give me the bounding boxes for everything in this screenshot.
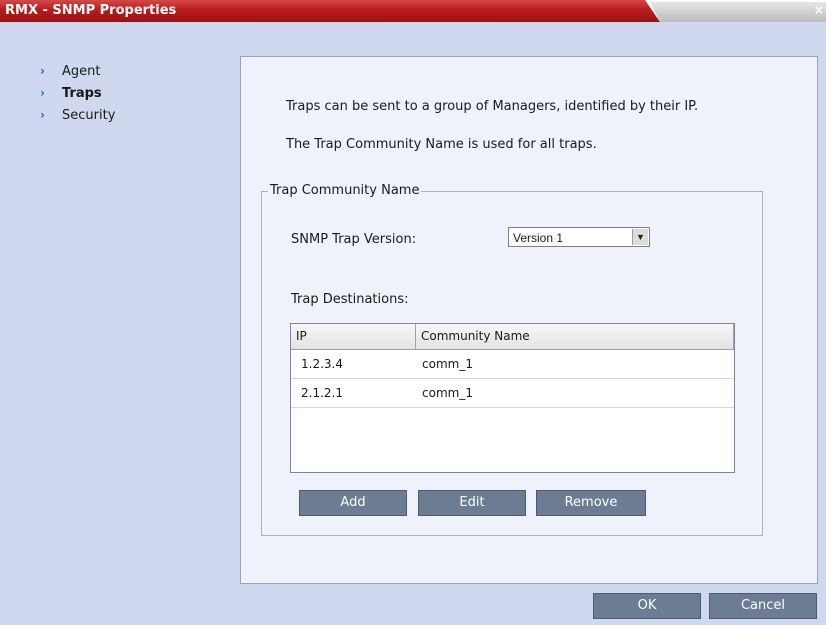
- column-header-community[interactable]: Community Name: [416, 324, 734, 349]
- close-icon[interactable]: ×: [814, 3, 824, 17]
- table-row[interactable]: 2.1.2.1 comm_1: [291, 379, 734, 408]
- dropdown-arrow-icon[interactable]: ▼: [632, 229, 648, 245]
- cell-community: comm_1: [422, 357, 473, 371]
- trap-destinations-table: IP Community Name 1.2.3.4 comm_1 2.1.2.1…: [290, 323, 735, 473]
- title-bar: RMX - SNMP Properties ×: [0, 0, 826, 22]
- group-legend: Trap Community Name: [268, 183, 422, 198]
- cancel-button[interactable]: Cancel: [709, 593, 817, 619]
- traps-panel: Traps can be sent to a group of Managers…: [240, 56, 818, 584]
- sidebar-item-label: Agent: [62, 63, 101, 79]
- version-select-value: Version 1: [513, 231, 564, 245]
- edit-button[interactable]: Edit: [418, 490, 526, 516]
- window-title: RMX - SNMP Properties: [5, 3, 177, 18]
- cell-ip: 2.1.2.1: [301, 386, 343, 400]
- version-label: SNMP Trap Version:: [291, 232, 417, 247]
- version-select[interactable]: Version 1 ▼: [508, 227, 650, 247]
- cell-community: comm_1: [422, 386, 473, 400]
- table-row[interactable]: 1.2.3.4 comm_1: [291, 350, 734, 379]
- sidebar-item-label: Traps: [62, 85, 102, 101]
- intro-text-2: The Trap Community Name is used for all …: [286, 137, 597, 152]
- column-header-ip[interactable]: IP: [291, 324, 416, 349]
- sidebar-nav: › Agent › Traps › Security: [40, 60, 115, 126]
- add-button[interactable]: Add: [299, 490, 407, 516]
- sidebar-item-label: Security: [62, 107, 116, 123]
- trap-community-group: Trap Community Name SNMP Trap Version: V…: [261, 183, 763, 536]
- sidebar-item-traps[interactable]: › Traps: [40, 82, 115, 104]
- remove-button[interactable]: Remove: [536, 490, 646, 516]
- table-header: IP Community Name: [291, 324, 734, 350]
- title-bar-tab: [650, 2, 826, 22]
- destinations-label: Trap Destinations:: [291, 292, 409, 307]
- chevron-right-icon: ›: [40, 86, 45, 100]
- sidebar-item-agent[interactable]: › Agent: [40, 60, 115, 82]
- chevron-right-icon: ›: [40, 64, 45, 78]
- intro-text: Traps can be sent to a group of Managers…: [286, 99, 699, 114]
- sidebar-item-security[interactable]: › Security: [40, 104, 115, 126]
- ok-button[interactable]: OK: [593, 593, 701, 619]
- chevron-right-icon: ›: [40, 108, 45, 122]
- cell-ip: 1.2.3.4: [301, 357, 343, 371]
